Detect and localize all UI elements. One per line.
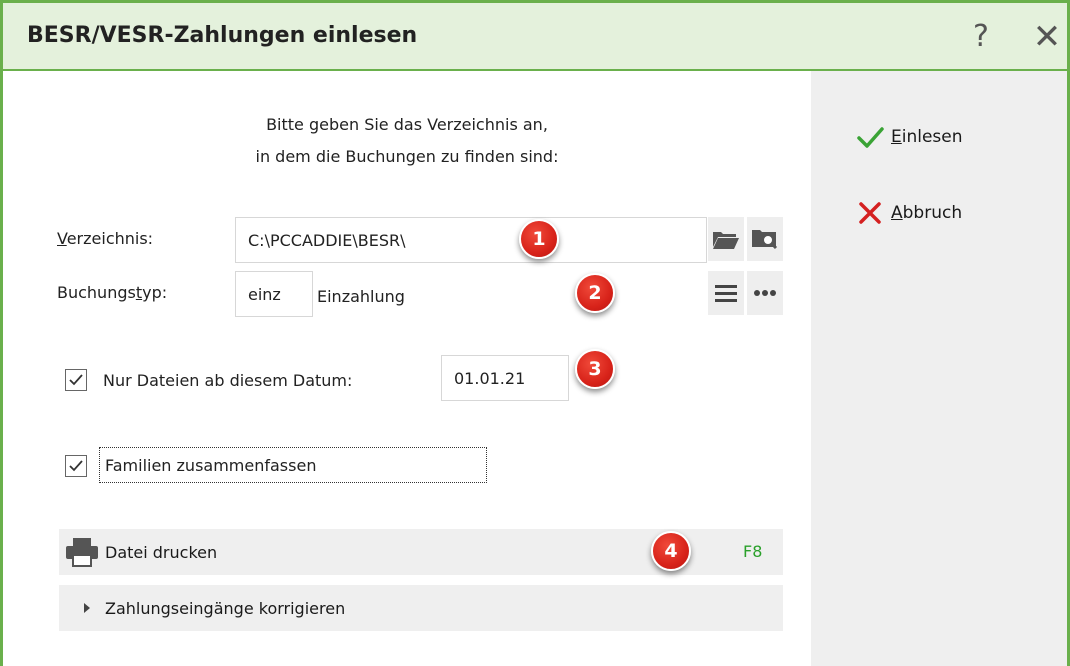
read-button[interactable]: Einlesen	[855, 121, 963, 153]
booking-type-description: Einzahlung	[317, 287, 405, 306]
print-file-label: Datei drucken	[105, 542, 218, 562]
date-filter-label: Nur Dateien ab diesem Datum:	[103, 371, 353, 390]
directory-input[interactable]: C:\PCCADDIE\BESR\	[235, 217, 707, 263]
checkmark-icon	[69, 460, 83, 472]
close-button[interactable]: ✕	[1027, 17, 1067, 57]
checkmark-icon	[69, 374, 83, 386]
more-dots-icon	[754, 290, 776, 296]
folder-open-icon	[713, 232, 739, 249]
date-input[interactable]: 01.01.21	[441, 355, 569, 401]
booking-type-code-input[interactable]: einz	[235, 271, 313, 317]
printer-icon	[66, 538, 98, 567]
cancel-button[interactable]: Abbruch	[855, 197, 962, 229]
callout-badge-1: 1	[519, 219, 559, 259]
correct-payments-row[interactable]: Zahlungseingänge korrigieren	[59, 585, 783, 631]
families-checkbox[interactable]	[65, 455, 87, 477]
more-options-button[interactable]	[747, 271, 783, 315]
dialog-window: BESR/VESR-Zahlungen einlesen ? ✕ Einlese…	[0, 0, 1070, 666]
list-button[interactable]	[708, 271, 744, 315]
title-bar: BESR/VESR-Zahlungen einlesen ? ✕	[3, 3, 1067, 71]
folder-search-icon	[752, 230, 778, 250]
read-button-label: Einlesen	[891, 127, 963, 147]
families-label[interactable]: Familien zusammenfassen	[105, 456, 316, 475]
cross-icon	[859, 202, 881, 224]
callout-badge-4: 4	[651, 531, 691, 571]
browse-folder-button[interactable]	[747, 217, 783, 261]
list-icon	[715, 285, 737, 302]
help-button[interactable]: ?	[961, 17, 1001, 57]
triangle-right-icon	[84, 603, 90, 613]
callout-badge-3: 3	[575, 349, 615, 389]
callout-badge-2: 2	[575, 273, 615, 313]
open-folder-button[interactable]	[708, 217, 744, 261]
intro-line-1: Bitte geben Sie das Verzeichnis an,	[266, 115, 548, 134]
directory-label: Verzeichnis:	[57, 229, 154, 248]
correct-payments-label: Zahlungseingänge korrigieren	[105, 598, 346, 618]
dialog-title: BESR/VESR-Zahlungen einlesen	[27, 23, 418, 48]
checkmark-icon	[857, 127, 884, 148]
intro-line-2: in dem die Buchungen zu finden sind:	[255, 147, 559, 166]
action-panel: Einlesen Abbruch	[811, 71, 1067, 666]
print-shortcut: F8	[743, 542, 763, 561]
date-filter-checkbox[interactable]	[65, 369, 87, 391]
booking-type-label: Buchungstyp:	[57, 283, 168, 302]
cancel-button-label: Abbruch	[891, 203, 963, 223]
